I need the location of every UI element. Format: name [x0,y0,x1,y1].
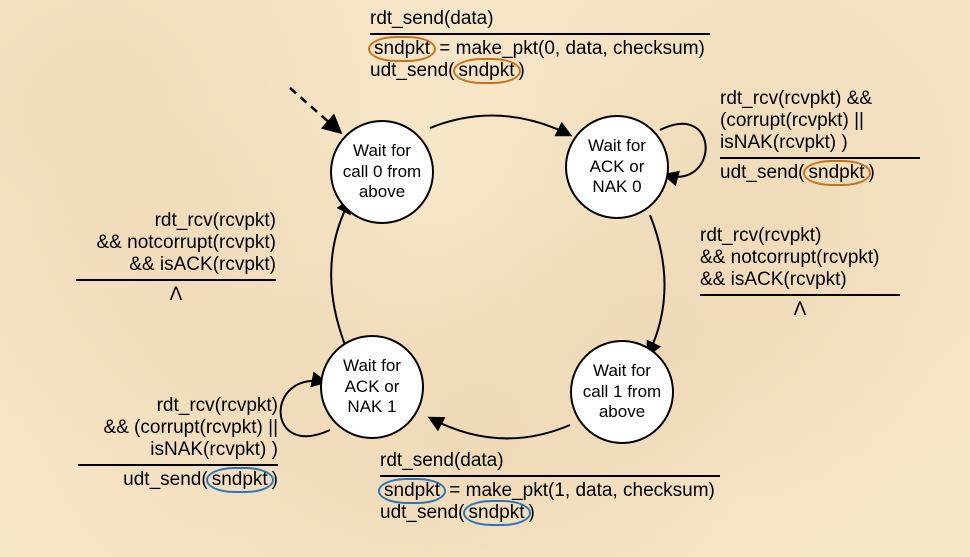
sndpkt-oval-orange: sndpkt [453,58,521,84]
state-wait-call-1: Wait for call 1 from above [570,340,674,444]
transition-send-1: rdt_send(data) sndpkt = make_pkt(1, data… [380,450,720,524]
action-line: udt_send(sndpkt) [370,60,710,82]
action-line: sndpkt = make_pkt(0, data, checksum) [370,38,710,60]
action-lambda: Λ [700,299,900,321]
sndpkt-oval-orange: sndpkt [368,36,436,62]
event-text: && notcorrupt(rcvpkt) [700,247,900,269]
event-text: rdt_send(data) [380,450,720,472]
transition-resend-nak1: rdt_rcv(rcvpkt) && (corrupt(rcvpkt) || i… [78,395,278,491]
event-text: rdt_rcv(rcvpkt) [700,225,900,247]
event-text: rdt_rcv(rcvpkt) && [720,88,920,110]
event-text: && notcorrupt(rcvpkt) [76,232,276,254]
state-label: Wait for call 0 from above [338,141,426,202]
state-wait-ack-nak-0: Wait for ACK or NAK 0 [565,115,669,219]
transition-resend-nak0: rdt_rcv(rcvpkt) && (corrupt(rcvpkt) || i… [720,88,920,184]
state-label: Wait for call 1 from above [578,361,666,422]
sndpkt-oval-blue: sndpkt [463,500,531,526]
event-text: rdt_send(data) [370,8,710,30]
event-text: && isACK(rcvpkt) [700,269,900,291]
event-text: (corrupt(rcvpkt) || [720,110,920,132]
sndpkt-oval-blue: sndpkt [378,478,446,504]
action-lambda: Λ [76,284,276,306]
state-wait-ack-nak-1: Wait for ACK or NAK 1 [320,335,424,439]
sndpkt-oval-blue: sndpkt [206,467,274,493]
event-text: rdt_rcv(rcvpkt) [76,210,276,232]
state-label: Wait for ACK or NAK 0 [573,136,661,197]
sndpkt-oval-orange: sndpkt [803,160,871,186]
transition-ack0-to-wait1: rdt_rcv(rcvpkt) && notcorrupt(rcvpkt) &&… [700,225,900,321]
action-line: sndpkt = make_pkt(1, data, checksum) [380,480,720,502]
action-line: udt_send(sndpkt) [720,162,920,184]
event-text: isNAK(rcvpkt) ) [78,439,278,461]
transition-ack1-to-wait0: rdt_rcv(rcvpkt) && notcorrupt(rcvpkt) &&… [76,210,276,306]
event-text: rdt_rcv(rcvpkt) [78,395,278,417]
event-text: isNAK(rcvpkt) ) [720,132,920,154]
state-label: Wait for ACK or NAK 1 [328,356,416,417]
event-text: && isACK(rcvpkt) [76,254,276,276]
transition-send-0: rdt_send(data) sndpkt = make_pkt(0, data… [370,8,710,82]
action-line: udt_send(sndpkt) [78,469,278,491]
action-line: udt_send(sndpkt) [380,502,720,524]
state-wait-call-0: Wait for call 0 from above [330,120,434,224]
event-text: && (corrupt(rcvpkt) || [78,417,278,439]
